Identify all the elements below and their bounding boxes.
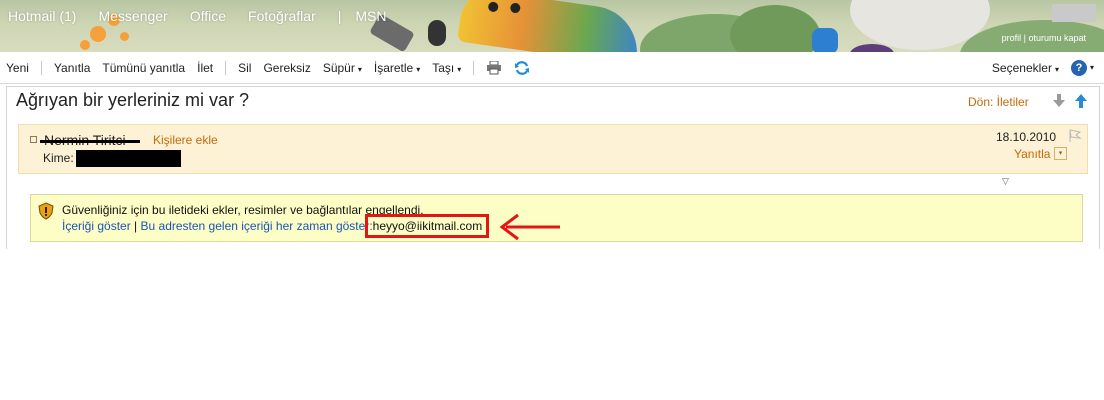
toolbar-divider [225, 60, 227, 75]
junk-button[interactable]: Gereksiz [257, 61, 316, 75]
nav-office[interactable]: Office [190, 8, 226, 24]
banner-dot [80, 40, 90, 50]
toolbar-right: Seçenekler ▾ ? ▾ [986, 59, 1104, 76]
options-menu[interactable]: Seçenekler ▾ [986, 61, 1065, 75]
chevron-down-icon: ▾ [1054, 64, 1059, 74]
next-message-icon[interactable] [1052, 94, 1066, 111]
nav-hotmail[interactable]: Hotmail (1) [8, 8, 76, 24]
new-button[interactable]: Yeni [0, 61, 35, 75]
banner-hill [730, 5, 820, 52]
recipient-redaction [76, 150, 181, 167]
show-content-link[interactable]: İçeriği göster [62, 219, 131, 233]
mark-label: İşaretle [373, 60, 414, 75]
account-links-separator: | [1023, 33, 1026, 43]
banner-dot [120, 32, 129, 41]
chevron-down-icon: ▾ [457, 64, 462, 74]
banner-blue-object [812, 28, 838, 52]
header-banner: Hotmail (1) Messenger Office Fotoğraflar… [0, 0, 1104, 52]
print-icon[interactable] [485, 60, 503, 76]
sender-redaction [40, 140, 140, 143]
help-icon: ? [1070, 59, 1087, 76]
banner-redacted-block [1052, 4, 1096, 22]
notice-separator: | [134, 219, 138, 233]
profile-link[interactable]: profil [1002, 33, 1022, 43]
annotation-arrow-icon [498, 212, 562, 245]
chevron-down-icon: ▾ [357, 64, 362, 74]
back-to-messages-link[interactable]: Dön: İletiler [968, 95, 1029, 109]
mark-menu[interactable]: İşaretle ▾ [368, 61, 426, 75]
reply-dropdown-icon[interactable]: ▾ [1054, 147, 1067, 160]
flag-icon[interactable] [1068, 129, 1082, 146]
toolbar-divider [473, 60, 475, 75]
top-nav: Hotmail (1) Messenger Office Fotoğraflar… [8, 8, 409, 24]
forward-button[interactable]: İlet [191, 61, 219, 75]
options-label: Seçenekler [991, 60, 1052, 75]
move-menu[interactable]: Taşı ▾ [426, 61, 467, 75]
annotation-highlight-box [365, 214, 489, 238]
refresh-icon[interactable] [513, 60, 531, 76]
nav-msn[interactable]: MSN [355, 8, 386, 24]
signout-link[interactable]: oturumu kapat [1028, 33, 1086, 43]
previous-message-icon[interactable] [1074, 94, 1088, 111]
nav-separator: | [337, 8, 342, 24]
banner-dot [90, 26, 106, 42]
banner-mascot [457, 0, 643, 52]
shield-icon [38, 202, 54, 223]
message-subject: Ağrıyan bir yerleriniz mi var ? [16, 90, 250, 110]
message-date: 18.10.2010 [996, 130, 1057, 144]
account-links: profil | oturumu kapat [1002, 33, 1086, 43]
chevron-down-icon: ▾ [416, 64, 421, 74]
delete-button[interactable]: Sil [232, 61, 257, 75]
chevron-down-icon: ▾ [1089, 63, 1094, 72]
nav-photos[interactable]: Fotoğraflar [248, 8, 316, 24]
reply-all-button[interactable]: Tümünü yanıtla [96, 61, 191, 75]
help-menu[interactable]: ? ▾ [1065, 59, 1104, 76]
add-contact-link[interactable]: Kişilere ekle [153, 133, 218, 147]
message-toolbar: Yeni Yanıtla Tümünü yanıtla İlet Sil Ger… [0, 52, 1104, 84]
mascot-eye [509, 2, 521, 14]
toolbar-divider [40, 60, 42, 75]
sweep-label: Süpür [322, 60, 355, 75]
always-show-content-link[interactable]: Bu adresten gelen içeriği her zaman göst… [141, 219, 373, 233]
reply-button[interactable]: Yanıtla [48, 61, 96, 75]
banner-microphone [428, 20, 446, 46]
to-label: Kime: [43, 151, 74, 165]
sweep-menu[interactable]: Süpür ▾ [317, 61, 368, 75]
collapse-icon[interactable]: ▽ [1002, 177, 1009, 187]
header-reply-link[interactable]: Yanıtla [1014, 147, 1050, 161]
sender-status-icon [30, 136, 37, 143]
mascot-eye [487, 1, 499, 13]
nav-messenger[interactable]: Messenger [98, 8, 167, 24]
move-label: Taşı [432, 60, 455, 75]
